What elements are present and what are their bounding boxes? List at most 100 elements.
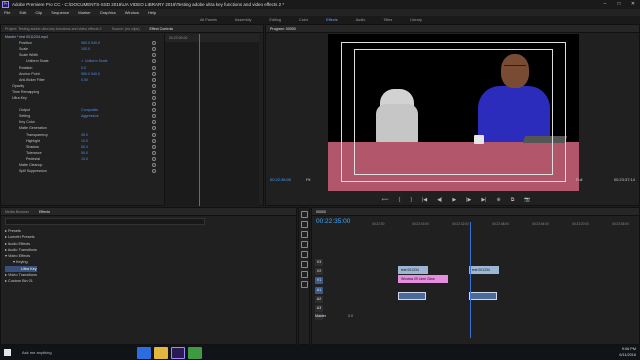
workspace-tab[interactable]: Audio [356, 18, 366, 22]
track-target-toggle[interactable]: Master [315, 313, 326, 320]
effects-tree-item[interactable]: ▸ Lumetri Presets [5, 234, 37, 240]
stopwatch-icon[interactable] [152, 41, 156, 46]
minimize-icon[interactable]: – [598, 0, 612, 9]
start-button[interactable] [0, 345, 14, 360]
timeline-clip[interactable]: test 001234 [398, 266, 428, 274]
file-explorer-icon[interactable] [154, 346, 168, 359]
timeline-clip[interactable]: Window 09 Lime Glow [398, 275, 448, 283]
track-header[interactable]: Master [312, 312, 370, 321]
tab-media-browser[interactable]: Media Browser [5, 208, 29, 215]
property-value[interactable]: 0.00 [81, 78, 88, 82]
property-value[interactable]: Aggressive [81, 114, 99, 118]
track-target-toggle[interactable]: V1 [315, 277, 323, 284]
maximize-icon[interactable]: □ [612, 0, 626, 9]
tab-sequence[interactable]: 00000 [316, 208, 326, 215]
app-icon[interactable] [188, 346, 202, 359]
slip-tool-icon[interactable] [300, 251, 308, 258]
workspace-tab[interactable]: Library [410, 18, 422, 22]
stopwatch-icon[interactable] [152, 120, 156, 125]
stopwatch-icon[interactable] [152, 95, 156, 100]
track-header[interactable]: V3 [312, 258, 370, 267]
tab-effect-controls[interactable]: Effect Controls [150, 25, 174, 32]
stopwatch-icon[interactable] [152, 83, 156, 88]
pen-tool-icon[interactable] [300, 261, 308, 268]
stopwatch-icon[interactable] [152, 138, 156, 143]
menu-help[interactable]: Help [148, 9, 156, 16]
close-icon[interactable]: ✕ [626, 0, 640, 9]
workspace-tab[interactable]: All Panels [200, 18, 217, 22]
workspace-tab[interactable]: Color [299, 18, 308, 22]
property-value[interactable]: 45.0 [81, 133, 88, 137]
property-value[interactable]: 10.0 [81, 139, 88, 143]
effect-controls-timeline[interactable]: 00:23:00:00 [164, 34, 259, 206]
transport-button-icon[interactable]: } [410, 197, 412, 205]
program-timecode[interactable]: 00:22:38:00 [270, 176, 291, 184]
stopwatch-icon[interactable] [152, 114, 156, 119]
workspace-tab[interactable]: Effects [326, 18, 338, 22]
effects-search-input[interactable] [5, 218, 205, 225]
track-header[interactable]: V2 [312, 267, 370, 276]
track-target-toggle[interactable]: A3 [315, 305, 323, 312]
taskbar-search[interactable]: Ask me anything [16, 347, 134, 359]
timeline-clip[interactable]: test 001234 [469, 266, 499, 274]
tab-source[interactable]: Source: (no clips) [112, 25, 140, 32]
selection-tool-icon[interactable] [300, 211, 308, 218]
transport-button-icon[interactable]: ⧉ [511, 197, 515, 205]
zoom-select[interactable]: Fit [306, 176, 310, 184]
timeline-clip[interactable] [469, 292, 497, 300]
tab-program[interactable]: Program: 00000 [270, 25, 296, 32]
menu-marker[interactable]: Marker [78, 9, 90, 16]
stopwatch-icon[interactable] [152, 65, 156, 70]
clock-date[interactable]: 6/11/2016 [619, 352, 636, 358]
stopwatch-icon[interactable] [152, 169, 156, 174]
timeline-clip[interactable] [398, 292, 426, 300]
resolution-select[interactable]: Full [576, 176, 582, 184]
property-value[interactable]: Composite [81, 108, 98, 112]
track-header[interactable]: A1 [312, 286, 370, 295]
menu-graphics[interactable]: Graphics [100, 9, 116, 16]
transport-button-icon[interactable]: |▶ [466, 197, 471, 205]
track-select-tool-icon[interactable] [300, 221, 308, 228]
master-volume-value[interactable]: 0.0 [348, 312, 353, 321]
transport-button-icon[interactable]: 📷 [524, 197, 530, 205]
transport-button-icon[interactable]: { [399, 197, 401, 205]
stopwatch-icon[interactable] [152, 132, 156, 137]
type-tool-icon[interactable] [300, 281, 308, 288]
transport-button-icon[interactable]: ⟸ [381, 197, 388, 205]
track-header[interactable]: V1 [312, 276, 370, 285]
stopwatch-icon[interactable] [152, 126, 156, 131]
track-target-toggle[interactable]: V2 [315, 268, 323, 275]
transport-button-icon[interactable]: ▶| [481, 197, 486, 205]
track-target-toggle[interactable]: A1 [315, 287, 323, 294]
program-video-frame[interactable] [328, 34, 579, 191]
stopwatch-icon[interactable] [152, 102, 156, 107]
property-value[interactable]: 0.0 [81, 66, 86, 70]
menu-edit[interactable]: Edit [19, 9, 26, 16]
edge-icon[interactable] [137, 346, 151, 359]
razor-tool-icon[interactable] [300, 241, 308, 248]
ripple-edit-tool-icon[interactable] [300, 231, 308, 238]
tab-project[interactable]: Project: Testing adobe ultra key functio… [5, 25, 102, 32]
effect-property-row[interactable]: Spill Suppression [1, 168, 161, 174]
workspace-tab[interactable]: Editing [269, 18, 281, 22]
track-target-toggle[interactable]: V3 [315, 259, 323, 266]
stopwatch-icon[interactable] [152, 144, 156, 149]
effects-tree-item[interactable]: ▸ Custom Bin 01 [5, 278, 37, 284]
hand-tool-icon[interactable] [300, 271, 308, 278]
property-value[interactable]: 960.0 540.0 [81, 72, 100, 76]
track-header[interactable]: A2 [312, 295, 370, 304]
time-ruler[interactable]: 00:22:00 00:22:16:00 00:22:32:00 00:22:48:0… [372, 222, 637, 230]
stopwatch-icon[interactable] [152, 59, 156, 64]
timeline-playhead[interactable] [470, 222, 471, 338]
workspace-tab[interactable]: Titles [383, 18, 392, 22]
tab-effects[interactable]: Effects [39, 208, 50, 215]
menu-file[interactable]: File [4, 9, 10, 16]
transport-button-icon[interactable]: |◀ [422, 197, 427, 205]
transport-button-icon[interactable]: ▶ [452, 197, 456, 205]
stopwatch-icon[interactable] [152, 156, 156, 161]
property-value[interactable]: 100.0 [81, 47, 90, 51]
stopwatch-icon[interactable] [152, 53, 156, 58]
stopwatch-icon[interactable] [152, 150, 156, 155]
stopwatch-icon[interactable] [152, 71, 156, 76]
transport-button-icon[interactable]: ◀| [437, 197, 442, 205]
